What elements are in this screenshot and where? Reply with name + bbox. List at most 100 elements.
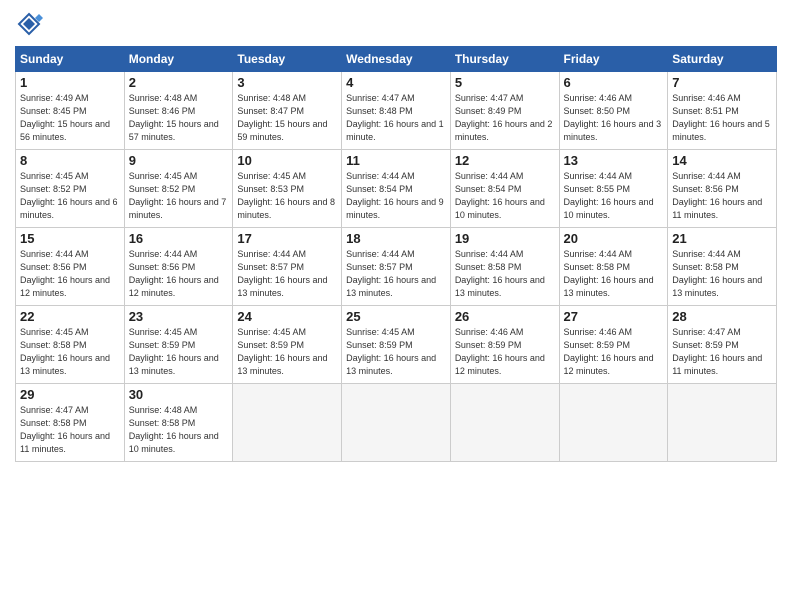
day-info: Sunrise: 4:44 AMSunset: 8:58 PMDaylight:…: [455, 248, 555, 300]
calendar-cell: 17 Sunrise: 4:44 AMSunset: 8:57 PMDaylig…: [233, 228, 342, 306]
day-number: 18: [346, 231, 446, 246]
day-number: 19: [455, 231, 555, 246]
day-number: 22: [20, 309, 120, 324]
calendar-cell: 13 Sunrise: 4:44 AMSunset: 8:55 PMDaylig…: [559, 150, 668, 228]
calendar-cell: 7 Sunrise: 4:46 AMSunset: 8:51 PMDayligh…: [668, 72, 777, 150]
day-number: 9: [129, 153, 229, 168]
day-number: 28: [672, 309, 772, 324]
day-number: 21: [672, 231, 772, 246]
th-saturday: Saturday: [668, 47, 777, 72]
day-info: Sunrise: 4:46 AMSunset: 8:59 PMDaylight:…: [455, 326, 555, 378]
calendar-cell: 21 Sunrise: 4:44 AMSunset: 8:58 PMDaylig…: [668, 228, 777, 306]
calendar-cell: 29 Sunrise: 4:47 AMSunset: 8:58 PMDaylig…: [16, 384, 125, 462]
day-number: 27: [564, 309, 664, 324]
day-number: 12: [455, 153, 555, 168]
day-number: 5: [455, 75, 555, 90]
day-number: 4: [346, 75, 446, 90]
day-info: Sunrise: 4:45 AMSunset: 8:59 PMDaylight:…: [346, 326, 446, 378]
day-info: Sunrise: 4:44 AMSunset: 8:58 PMDaylight:…: [564, 248, 664, 300]
th-wednesday: Wednesday: [342, 47, 451, 72]
calendar-cell: 27 Sunrise: 4:46 AMSunset: 8:59 PMDaylig…: [559, 306, 668, 384]
calendar-cell: 9 Sunrise: 4:45 AMSunset: 8:52 PMDayligh…: [124, 150, 233, 228]
day-info: Sunrise: 4:45 AMSunset: 8:53 PMDaylight:…: [237, 170, 337, 222]
day-number: 23: [129, 309, 229, 324]
logo-icon: [15, 10, 43, 38]
day-number: 8: [20, 153, 120, 168]
day-info: Sunrise: 4:45 AMSunset: 8:52 PMDaylight:…: [20, 170, 120, 222]
calendar-cell: 15 Sunrise: 4:44 AMSunset: 8:56 PMDaylig…: [16, 228, 125, 306]
calendar-week-4: 22 Sunrise: 4:45 AMSunset: 8:58 PMDaylig…: [16, 306, 777, 384]
day-number: 24: [237, 309, 337, 324]
calendar-cell: 18 Sunrise: 4:44 AMSunset: 8:57 PMDaylig…: [342, 228, 451, 306]
calendar-cell: 12 Sunrise: 4:44 AMSunset: 8:54 PMDaylig…: [450, 150, 559, 228]
calendar-cell: [559, 384, 668, 462]
calendar-week-3: 15 Sunrise: 4:44 AMSunset: 8:56 PMDaylig…: [16, 228, 777, 306]
day-info: Sunrise: 4:47 AMSunset: 8:59 PMDaylight:…: [672, 326, 772, 378]
day-number: 2: [129, 75, 229, 90]
day-number: 10: [237, 153, 337, 168]
day-number: 29: [20, 387, 120, 402]
day-info: Sunrise: 4:44 AMSunset: 8:54 PMDaylight:…: [346, 170, 446, 222]
calendar-cell: 1 Sunrise: 4:49 AMSunset: 8:45 PMDayligh…: [16, 72, 125, 150]
calendar-cell: 14 Sunrise: 4:44 AMSunset: 8:56 PMDaylig…: [668, 150, 777, 228]
calendar-cell: 30 Sunrise: 4:48 AMSunset: 8:58 PMDaylig…: [124, 384, 233, 462]
th-monday: Monday: [124, 47, 233, 72]
calendar-cell: [342, 384, 451, 462]
calendar-cell: [668, 384, 777, 462]
day-number: 6: [564, 75, 664, 90]
calendar-cell: 26 Sunrise: 4:46 AMSunset: 8:59 PMDaylig…: [450, 306, 559, 384]
calendar-cell: [233, 384, 342, 462]
day-info: Sunrise: 4:44 AMSunset: 8:56 PMDaylight:…: [20, 248, 120, 300]
day-number: 14: [672, 153, 772, 168]
calendar-cell: 22 Sunrise: 4:45 AMSunset: 8:58 PMDaylig…: [16, 306, 125, 384]
day-number: 13: [564, 153, 664, 168]
day-number: 16: [129, 231, 229, 246]
calendar-cell: 11 Sunrise: 4:44 AMSunset: 8:54 PMDaylig…: [342, 150, 451, 228]
day-info: Sunrise: 4:46 AMSunset: 8:51 PMDaylight:…: [672, 92, 772, 144]
main-container: Sunday Monday Tuesday Wednesday Thursday…: [0, 0, 792, 472]
day-info: Sunrise: 4:44 AMSunset: 8:56 PMDaylight:…: [129, 248, 229, 300]
day-info: Sunrise: 4:44 AMSunset: 8:54 PMDaylight:…: [455, 170, 555, 222]
header-row: Sunday Monday Tuesday Wednesday Thursday…: [16, 47, 777, 72]
day-info: Sunrise: 4:47 AMSunset: 8:58 PMDaylight:…: [20, 404, 120, 456]
day-info: Sunrise: 4:44 AMSunset: 8:57 PMDaylight:…: [237, 248, 337, 300]
day-info: Sunrise: 4:49 AMSunset: 8:45 PMDaylight:…: [20, 92, 120, 144]
calendar-cell: 6 Sunrise: 4:46 AMSunset: 8:50 PMDayligh…: [559, 72, 668, 150]
day-info: Sunrise: 4:46 AMSunset: 8:59 PMDaylight:…: [564, 326, 664, 378]
calendar-cell: 8 Sunrise: 4:45 AMSunset: 8:52 PMDayligh…: [16, 150, 125, 228]
header: [15, 10, 777, 38]
calendar-cell: 23 Sunrise: 4:45 AMSunset: 8:59 PMDaylig…: [124, 306, 233, 384]
day-info: Sunrise: 4:48 AMSunset: 8:47 PMDaylight:…: [237, 92, 337, 144]
calendar-cell: 3 Sunrise: 4:48 AMSunset: 8:47 PMDayligh…: [233, 72, 342, 150]
day-info: Sunrise: 4:45 AMSunset: 8:59 PMDaylight:…: [129, 326, 229, 378]
day-info: Sunrise: 4:44 AMSunset: 8:55 PMDaylight:…: [564, 170, 664, 222]
day-number: 26: [455, 309, 555, 324]
day-info: Sunrise: 4:44 AMSunset: 8:56 PMDaylight:…: [672, 170, 772, 222]
calendar-table: Sunday Monday Tuesday Wednesday Thursday…: [15, 46, 777, 462]
day-info: Sunrise: 4:48 AMSunset: 8:58 PMDaylight:…: [129, 404, 229, 456]
day-number: 3: [237, 75, 337, 90]
day-number: 11: [346, 153, 446, 168]
calendar-cell: 10 Sunrise: 4:45 AMSunset: 8:53 PMDaylig…: [233, 150, 342, 228]
calendar-week-5: 29 Sunrise: 4:47 AMSunset: 8:58 PMDaylig…: [16, 384, 777, 462]
th-sunday: Sunday: [16, 47, 125, 72]
day-number: 25: [346, 309, 446, 324]
day-info: Sunrise: 4:44 AMSunset: 8:57 PMDaylight:…: [346, 248, 446, 300]
calendar-cell: [450, 384, 559, 462]
calendar-cell: 24 Sunrise: 4:45 AMSunset: 8:59 PMDaylig…: [233, 306, 342, 384]
day-number: 17: [237, 231, 337, 246]
day-info: Sunrise: 4:45 AMSunset: 8:59 PMDaylight:…: [237, 326, 337, 378]
day-number: 30: [129, 387, 229, 402]
calendar-week-1: 1 Sunrise: 4:49 AMSunset: 8:45 PMDayligh…: [16, 72, 777, 150]
logo: [15, 10, 45, 38]
calendar-cell: 4 Sunrise: 4:47 AMSunset: 8:48 PMDayligh…: [342, 72, 451, 150]
day-info: Sunrise: 4:45 AMSunset: 8:52 PMDaylight:…: [129, 170, 229, 222]
day-number: 1: [20, 75, 120, 90]
calendar-cell: 20 Sunrise: 4:44 AMSunset: 8:58 PMDaylig…: [559, 228, 668, 306]
day-info: Sunrise: 4:48 AMSunset: 8:46 PMDaylight:…: [129, 92, 229, 144]
day-info: Sunrise: 4:44 AMSunset: 8:58 PMDaylight:…: [672, 248, 772, 300]
day-info: Sunrise: 4:47 AMSunset: 8:48 PMDaylight:…: [346, 92, 446, 144]
th-thursday: Thursday: [450, 47, 559, 72]
day-info: Sunrise: 4:45 AMSunset: 8:58 PMDaylight:…: [20, 326, 120, 378]
day-number: 20: [564, 231, 664, 246]
